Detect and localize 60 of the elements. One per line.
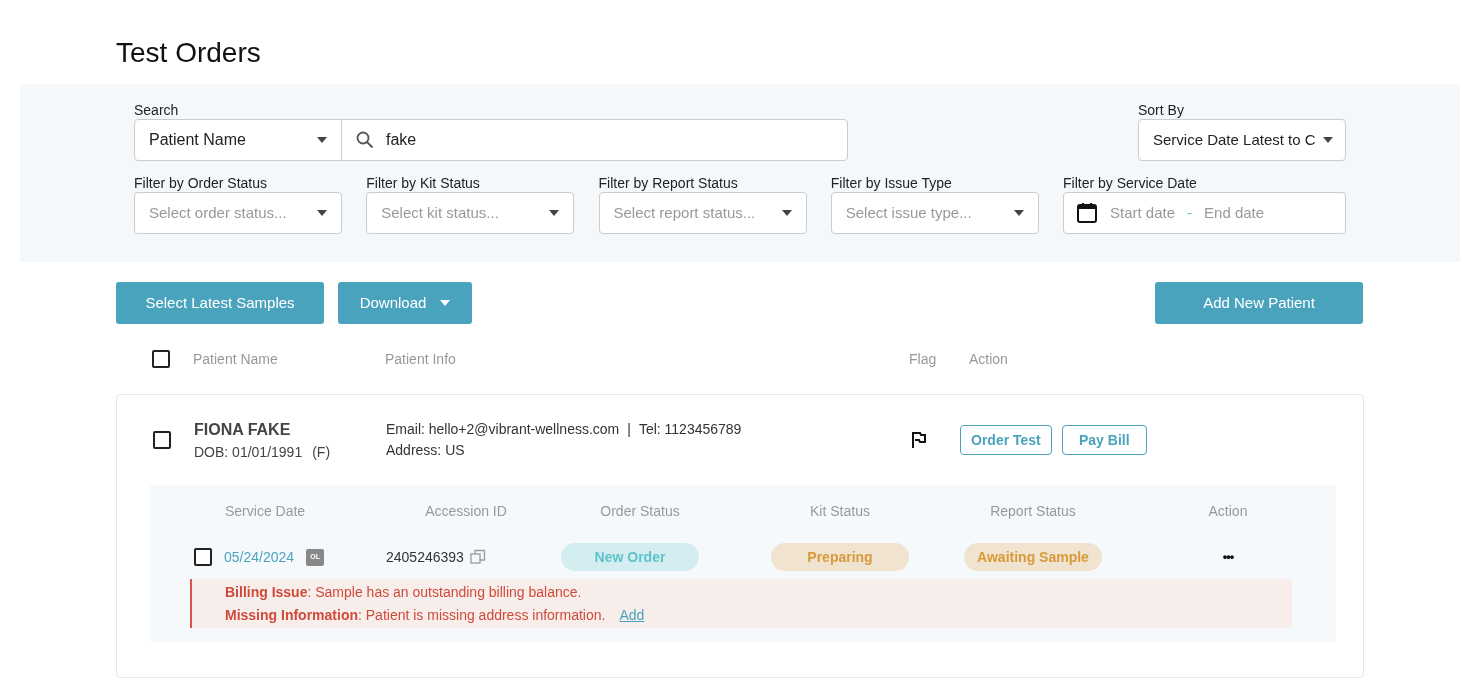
- patient-name: FIONA FAKE: [194, 419, 292, 440]
- column-header: Patient Info: [385, 349, 457, 369]
- checkbox[interactable]: [152, 350, 170, 368]
- flag-icon[interactable]: [910, 431, 928, 449]
- status-pill: Preparing: [771, 543, 909, 571]
- column-header: Service Date: [225, 502, 306, 519]
- page-title: Test Orders: [115, 36, 262, 70]
- filter-dropdown[interactable]: Select kit status...: [366, 192, 575, 234]
- field-label: Filter by Service Date: [1063, 174, 1198, 192]
- field-label: Filter by Issue Type: [830, 174, 953, 192]
- phone-text: Tel: 1123456789: [638, 420, 742, 439]
- filter-dropdown[interactable]: Select report status...: [598, 192, 807, 234]
- add-link[interactable]: Add: [619, 604, 645, 626]
- caret-icon: [549, 210, 560, 216]
- sort-dropdown[interactable]: Service Date Latest to C: [1138, 119, 1346, 161]
- column-header: Patient Name: [193, 349, 279, 369]
- status-pill: Awaiting Sample: [964, 543, 1102, 571]
- more-actions-button[interactable]: •••: [1222, 547, 1234, 567]
- date-range-field[interactable]: Start date - End date: [1063, 192, 1346, 234]
- caret-icon: [1323, 137, 1333, 143]
- caret-icon: [440, 300, 451, 306]
- date-separator: -: [1187, 202, 1193, 223]
- field-label: Sort By: [1138, 101, 1185, 119]
- add-new-patient-button[interactable]: Add New Patient: [1155, 282, 1363, 324]
- caret-icon: [781, 210, 792, 216]
- copy-icon[interactable]: [469, 549, 486, 565]
- start-date-placeholder: Start date: [1110, 202, 1176, 223]
- field-label: Filter by Report Status: [598, 174, 739, 192]
- checkbox[interactable]: [153, 431, 171, 449]
- status-pill: New Order: [561, 543, 699, 571]
- select-latest-samples-button[interactable]: Select Latest Samples: [116, 282, 324, 324]
- caret-icon: [1013, 210, 1024, 216]
- action-button[interactable]: Order Test: [960, 425, 1052, 455]
- column-header: Action: [1208, 502, 1248, 519]
- email-text: Email: hello+2@vibrant-wellness.com: [386, 420, 620, 439]
- column-header: Action: [969, 349, 1008, 369]
- column-header: Flag: [909, 349, 938, 369]
- separator-text: |: [627, 420, 631, 439]
- field-label: Filter by Kit Status: [366, 174, 481, 192]
- date-of-birth: DOB: 01/01/1991: [194, 442, 303, 462]
- column-header: Accession ID: [425, 502, 507, 519]
- sex-label: (F): [312, 442, 331, 462]
- end-date-placeholder: End date: [1204, 202, 1265, 223]
- caret-icon: [317, 210, 327, 216]
- field-label: Filter by Order Status: [134, 174, 269, 192]
- column-header: Kit Status: [810, 502, 870, 519]
- column-header: Order Status: [600, 502, 680, 519]
- service-date-link[interactable]: 05/24/2024: [224, 546, 295, 568]
- issue-message: Billing Issue: Sample has an outstanding billing balance.: [225, 582, 582, 602]
- field-label: Search: [134, 101, 180, 119]
- filter-dropdown[interactable]: Select issue type...: [830, 192, 1039, 234]
- action-button[interactable]: Pay Bill: [1061, 425, 1147, 455]
- calendar-icon: [1076, 202, 1098, 224]
- issue-message: Missing Information: Patient is missing address information.: [225, 605, 606, 625]
- filter-dropdown[interactable]: Select order status...: [134, 192, 342, 234]
- download-button[interactable]: Download: [338, 282, 472, 324]
- accession-id: 2405246393: [386, 547, 464, 567]
- column-header: Report Status: [990, 502, 1076, 519]
- address-text: Address: US: [386, 441, 466, 460]
- checkbox[interactable]: [194, 548, 212, 566]
